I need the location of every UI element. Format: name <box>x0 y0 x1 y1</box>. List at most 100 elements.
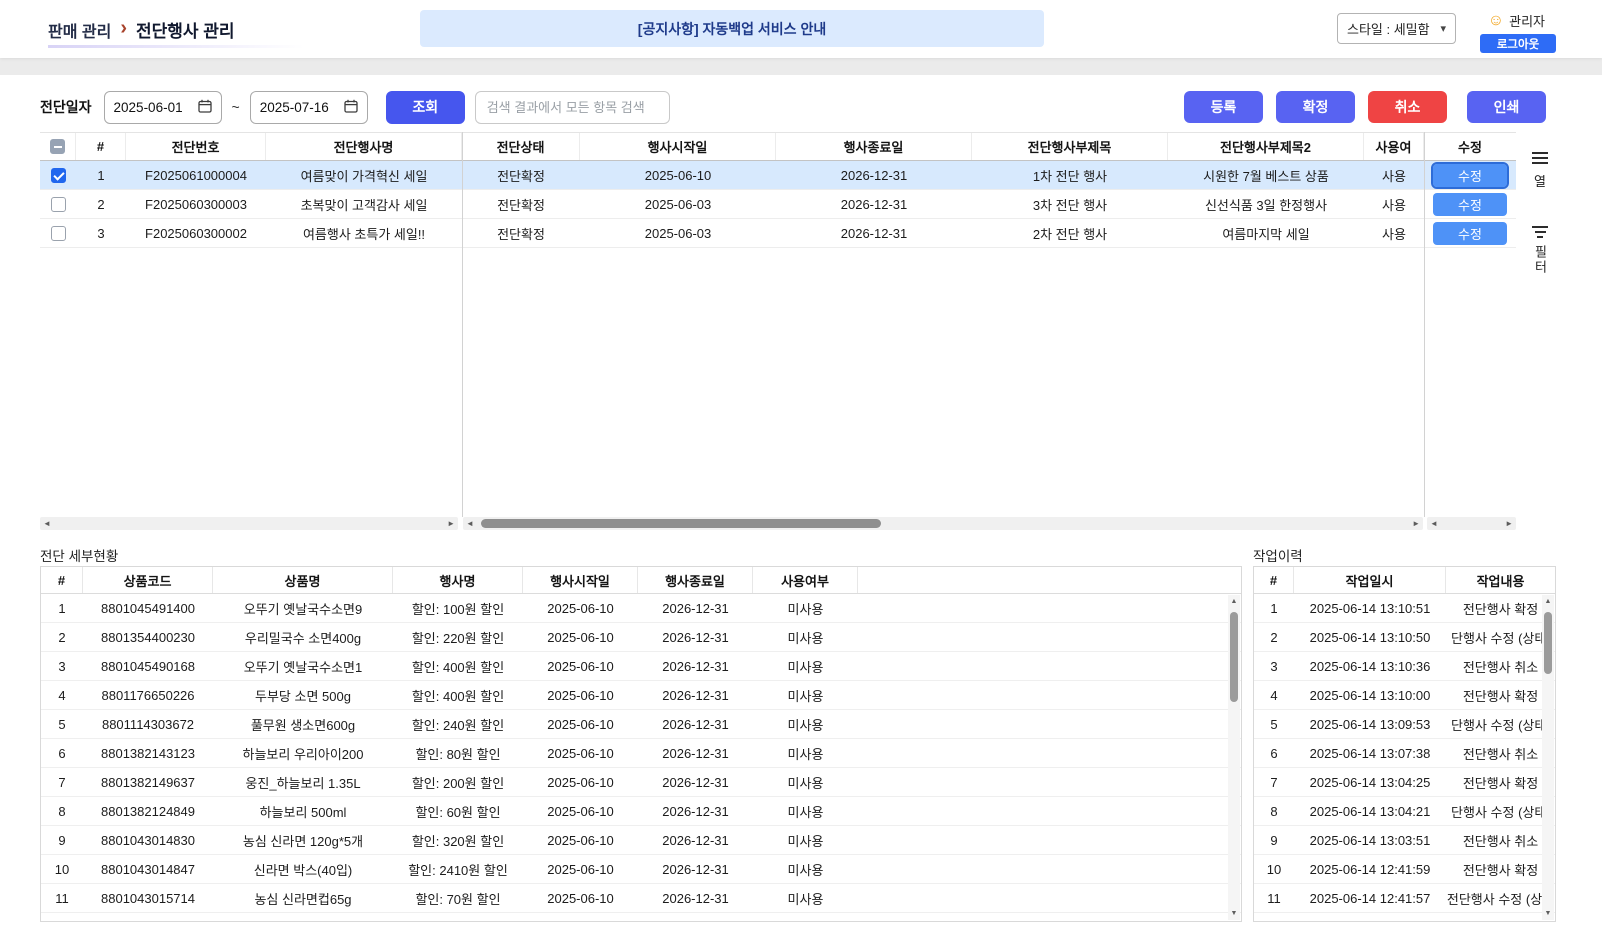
flyer-table-row[interactable]: 1 F2025061000004 여름맞이 가격혁신 세일 전단확정 2025-… <box>40 161 1516 190</box>
detail-cell-filler <box>858 681 1241 709</box>
col-header-subtitle2: 전단행사부제목2 <box>1168 133 1364 160</box>
detail-cell-index: 4 <box>41 681 83 709</box>
vscroll-thumb[interactable] <box>1230 612 1238 702</box>
detail-cell-start-date: 2025-06-10 <box>523 884 638 912</box>
result-search-input[interactable] <box>475 91 670 124</box>
hscrollbar-left-pane[interactable]: ◄ ► <box>40 517 458 530</box>
history-cell-datetime: 2025-06-14 13:10:36 <box>1294 652 1446 680</box>
cell-flyer-no: F2025060300002 <box>126 219 266 247</box>
detail-table-row[interactable]: 8 8801382124849 하늘보리 500ml 할인: 60원 할인 20… <box>41 797 1241 826</box>
scroll-left-icon[interactable]: ◄ <box>466 520 474 528</box>
detail-table-row[interactable]: 2 8801354400230 우리밀국수 소면400g 할인: 220원 할인… <box>41 623 1241 652</box>
detail-table-row[interactable]: 4 8801176650226 두부당 소면 500g 할인: 400원 할인 … <box>41 681 1241 710</box>
flyer-table-row[interactable]: 2 F2025060300003 초복맞이 고객감사 세일 전단확정 2025-… <box>40 190 1516 219</box>
scroll-right-icon[interactable]: ► <box>1412 520 1420 528</box>
detail-cell-filler <box>858 826 1241 854</box>
detail-vscrollbar[interactable]: ▲ ▼ <box>1228 595 1240 920</box>
hscroll-thumb[interactable] <box>481 519 881 528</box>
breadcrumb-section[interactable]: 판매 관리 <box>48 18 111 42</box>
cell-use-flag: 사용 <box>1364 161 1424 189</box>
scroll-up-icon[interactable]: ▲ <box>1231 598 1238 605</box>
cancel-button[interactable]: 취소 <box>1368 91 1447 123</box>
detail-cell-index: 3 <box>41 652 83 680</box>
history-cell-content: 전단행사 확정 <box>1446 681 1555 709</box>
scroll-down-icon[interactable]: ▼ <box>1231 910 1238 917</box>
row-select-checkbox[interactable] <box>51 168 66 183</box>
row-select-checkbox[interactable] <box>51 226 66 241</box>
detail-table-row[interactable]: 11 8801043015714 농심 신라면컵65g 할인: 70원 할인 2… <box>41 884 1241 913</box>
query-button[interactable]: 조회 <box>386 91 465 124</box>
register-button[interactable]: 등록 <box>1184 91 1263 123</box>
edit-button[interactable]: 수정 <box>1433 164 1507 187</box>
print-button[interactable]: 인쇄 <box>1467 91 1546 123</box>
scroll-left-icon[interactable]: ◄ <box>43 520 51 528</box>
flyer-table-row[interactable]: 3 F2025060300002 여름행사 초특가 세일!! 전단확정 2025… <box>40 219 1516 248</box>
detail-cell-product-code: 8801382143123 <box>83 739 213 767</box>
columns-menu-icon[interactable] <box>1530 150 1550 166</box>
history-table-row[interactable]: 5 2025-06-14 13:09:53 단행사 수정 (상태: <box>1254 710 1555 739</box>
history-table-row[interactable]: 6 2025-06-14 13:07:38 전단행사 취소 <box>1254 739 1555 768</box>
detail-cell-product-code: 8801043014830 <box>83 826 213 854</box>
flyer-date-label: 전단일자 <box>40 97 92 117</box>
detail-cell-use-flag: 미사용 <box>753 594 858 622</box>
date-from-input[interactable]: 2025-06-01 <box>104 91 222 124</box>
scroll-right-icon[interactable]: ► <box>447 520 455 528</box>
confirm-button[interactable]: 확정 <box>1276 91 1355 123</box>
col-header-subtitle: 전단행사부제목 <box>972 133 1168 160</box>
history-table-row[interactable]: 8 2025-06-14 13:04:21 단행사 수정 (상태: <box>1254 797 1555 826</box>
history-table-row[interactable]: 3 2025-06-14 13:10:36 전단행사 취소 <box>1254 652 1555 681</box>
detail-cell-product-code: 8801176650226 <box>83 681 213 709</box>
history-table-row[interactable]: 11 2025-06-14 12:41:57 전단행사 수정 (상태 <box>1254 884 1555 913</box>
history-table-row[interactable]: 2 2025-06-14 13:10:50 단행사 수정 (상태: <box>1254 623 1555 652</box>
style-select[interactable]: 스타일 : 세밀함 ▾ <box>1337 13 1456 44</box>
row-select-checkbox[interactable] <box>51 197 66 212</box>
date-to-input[interactable]: 2025-07-16 <box>250 91 368 124</box>
hscrollbar-center-pane[interactable]: ◄ ► <box>463 517 1423 530</box>
columns-label: 열 <box>1534 171 1546 190</box>
cell-start-date: 2025-06-03 <box>580 219 776 247</box>
history-vscrollbar[interactable]: ▲ ▼ <box>1542 595 1554 920</box>
detail-table-row[interactable]: 1 8801045491400 오뚜기 옛날국수소면9 할인: 100원 할인 … <box>41 594 1241 623</box>
hscrollbar-right-pane[interactable]: ◄ ► <box>1427 517 1516 530</box>
notice-banner[interactable]: [공지사항] 자동백업 서비스 안내 <box>420 10 1044 47</box>
history-table-row[interactable]: 7 2025-06-14 13:04:25 전단행사 확정 <box>1254 768 1555 797</box>
detail-table-row[interactable]: 7 8801382149637 웅진_하늘보리 1.35L 할인: 200원 할… <box>41 768 1241 797</box>
cell-use-flag: 사용 <box>1364 190 1424 218</box>
detail-table-row[interactable]: 5 8801114303672 풀무원 생소면600g 할인: 240원 할인 … <box>41 710 1241 739</box>
cell-edit: 수정 <box>1424 219 1516 247</box>
detail-cell-product-code: 8801043015714 <box>83 884 213 912</box>
detail-col-index: # <box>41 567 83 593</box>
vscroll-thumb[interactable] <box>1544 612 1552 674</box>
detail-cell-product-name: 두부당 소면 500g <box>213 681 393 709</box>
scroll-left-icon[interactable]: ◄ <box>1430 520 1438 528</box>
detail-cell-use-flag: 미사용 <box>753 855 858 883</box>
history-table-row[interactable]: 10 2025-06-14 12:41:59 전단행사 확정 <box>1254 855 1555 884</box>
scroll-down-icon[interactable]: ▼ <box>1545 910 1552 917</box>
detail-cell-index: 5 <box>41 710 83 738</box>
breadcrumb-page-title: 전단행사 관리 <box>136 17 235 42</box>
filter-icon[interactable] <box>1530 224 1550 240</box>
history-table-row[interactable]: 4 2025-06-14 13:10:00 전단행사 확정 <box>1254 681 1555 710</box>
detail-table-row[interactable]: 6 8801382143123 하늘보리 우리아이200 할인: 80원 할인 … <box>41 739 1241 768</box>
detail-cell-product-name: 풀무원 생소면600g <box>213 710 393 738</box>
detail-cell-event-name: 할인: 100원 할인 <box>393 594 523 622</box>
row-checkbox-cell <box>40 190 76 218</box>
scroll-right-icon[interactable]: ► <box>1505 520 1513 528</box>
detail-table-row[interactable]: 10 8801043014847 신라면 박스(40입) 할인: 2410원 할… <box>41 855 1241 884</box>
detail-cell-product-code: 8801354400230 <box>83 623 213 651</box>
edit-button[interactable]: 수정 <box>1433 193 1507 216</box>
edit-button[interactable]: 수정 <box>1433 222 1507 245</box>
history-cell-content: 단행사 수정 (상태: <box>1446 797 1555 825</box>
detail-table-row[interactable]: 3 8801045490168 오뚜기 옛날국수소면1 할인: 400원 할인 … <box>41 652 1241 681</box>
history-cell-datetime: 2025-06-14 13:09:53 <box>1294 710 1446 738</box>
select-all-checkbox[interactable] <box>50 139 65 154</box>
history-table-row[interactable]: 1 2025-06-14 13:10:51 전단행사 확정 <box>1254 594 1555 623</box>
cell-status: 전단확정 <box>462 190 580 218</box>
cell-flyer-no: F2025061000004 <box>126 161 266 189</box>
history-cell-content: 단행사 수정 (상태: <box>1446 710 1555 738</box>
logout-button[interactable]: 로그아웃 <box>1480 34 1556 53</box>
history-table-row[interactable]: 9 2025-06-14 13:03:51 전단행사 취소 <box>1254 826 1555 855</box>
detail-table-row[interactable]: 9 8801043014830 농심 신라면 120g*5개 할인: 320원 … <box>41 826 1241 855</box>
scroll-up-icon[interactable]: ▲ <box>1545 598 1552 605</box>
calendar-icon <box>344 99 358 116</box>
